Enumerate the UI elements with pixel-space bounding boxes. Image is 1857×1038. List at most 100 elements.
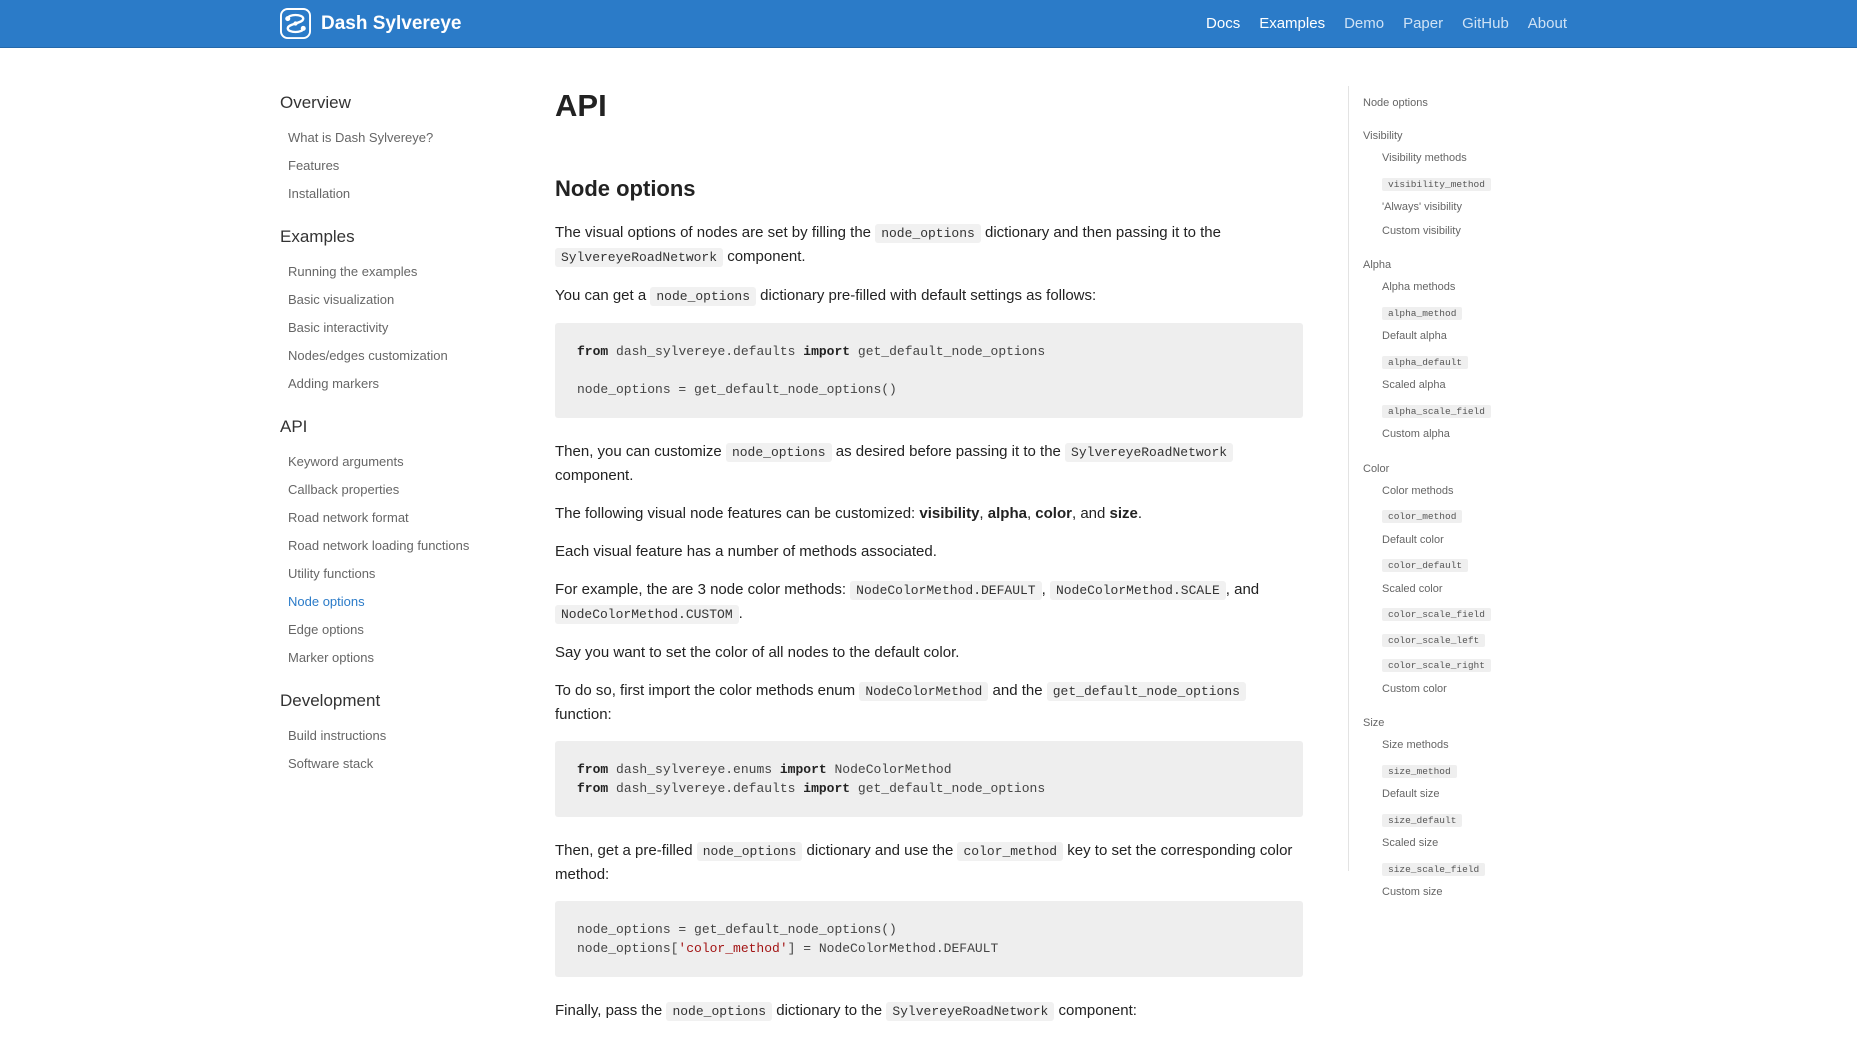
toc-visibility[interactable]: Visibility xyxy=(1363,125,1578,147)
code-text: node_options[ xyxy=(577,941,679,956)
text: dictionary and then passing it to the xyxy=(985,224,1221,241)
toc-alpha[interactable]: Alpha xyxy=(1363,254,1578,276)
sidebar-item-installation[interactable]: Installation xyxy=(280,180,520,208)
toc-custom-visibility[interactable]: Custom visibility xyxy=(1363,220,1578,244)
paragraph-default-color: Say you want to set the color of all nod… xyxy=(555,644,960,661)
inline-code: node_options xyxy=(875,224,981,243)
nav-demo[interactable]: Demo xyxy=(1344,15,1384,32)
sidebar-section-examples: Examples Running the examples Basic visu… xyxy=(280,226,520,398)
toc-color[interactable]: Color xyxy=(1363,458,1578,480)
toc-visibility-methods[interactable]: Visibility methods xyxy=(1363,147,1578,171)
text: component: xyxy=(1058,1002,1137,1019)
toc-size-default-code[interactable]: size_default xyxy=(1382,813,1463,827)
nav-examples[interactable]: Examples xyxy=(1259,15,1325,32)
toc-default-size[interactable]: Default size xyxy=(1363,783,1578,807)
sidebar-item-software-stack[interactable]: Software stack xyxy=(280,750,520,778)
toc-code-item: color_scale_left xyxy=(1363,627,1578,653)
toc-color-scale-left-code[interactable]: color_scale_left xyxy=(1382,633,1486,647)
code-block-defaults: from dash_sylvereye.defaults import get_… xyxy=(555,323,1303,418)
code-string: 'color_method' xyxy=(678,941,788,956)
sidebar-item-basic-visualization[interactable]: Basic visualization xyxy=(280,286,520,314)
paragraph-intro: The visual options of nodes are set by f… xyxy=(555,221,1303,269)
toc-visibility-method-code[interactable]: visibility_method xyxy=(1382,177,1491,191)
paragraph-prefilled: You can get a node_options dictionary pr… xyxy=(555,284,1303,308)
toc-color-method-code[interactable]: color_method xyxy=(1382,510,1463,523)
toc-alpha-methods[interactable]: Alpha methods xyxy=(1363,276,1578,300)
toc-code-item: size_scale_field xyxy=(1363,856,1578,882)
inline-code: SylvereyeRoadNetwork xyxy=(1065,443,1234,462)
sidebar-item-marker-options[interactable]: Marker options xyxy=(280,644,520,672)
nav-paper[interactable]: Paper xyxy=(1403,15,1443,32)
sidebar-item-edge-options[interactable]: Edge options xyxy=(280,616,520,644)
sidebar-item-keyword-arguments[interactable]: Keyword arguments xyxy=(280,448,520,476)
sidebar-item-callback-properties[interactable]: Callback properties xyxy=(280,476,520,504)
sidebar-item-features[interactable]: Features xyxy=(280,152,520,180)
inline-code: node_options xyxy=(725,443,832,462)
toc-code-item: color_method xyxy=(1363,503,1578,529)
toc-size-method-code[interactable]: size_method xyxy=(1382,764,1457,778)
toc-custom-alpha[interactable]: Custom alpha xyxy=(1363,423,1578,447)
toc-size-methods[interactable]: Size methods xyxy=(1363,734,1578,758)
toc-code-item: color_scale_field xyxy=(1363,601,1578,627)
toc-default-color[interactable]: Default color xyxy=(1363,529,1578,553)
toc-color-scale-field-code[interactable]: color_scale_field xyxy=(1382,608,1491,621)
toc-custom-color[interactable]: Custom color xyxy=(1363,678,1578,702)
text: The visual options of nodes are set by f… xyxy=(555,224,872,241)
sidebar-item-node-options[interactable]: Node options xyxy=(280,588,520,616)
code-text: dash_sylvereye.enums xyxy=(616,762,773,777)
text: function: xyxy=(555,706,612,723)
inline-code: NodeColorMethod.DEFAULT xyxy=(850,581,1042,600)
sidebar-item-adding-markers[interactable]: Adding markers xyxy=(280,370,520,398)
toc-size-scale-field-code[interactable]: size_scale_field xyxy=(1382,862,1486,876)
text: dictionary and use the xyxy=(806,842,954,859)
toc-alpha-scale-field-code[interactable]: alpha_scale_field xyxy=(1382,404,1491,418)
sidebar-heading-development[interactable]: Development xyxy=(280,690,520,712)
sidebar-item-build-instructions[interactable]: Build instructions xyxy=(280,722,520,750)
toc-scaled-size[interactable]: Scaled size xyxy=(1363,832,1578,856)
inline-code: SylvereyeRoadNetwork xyxy=(555,248,724,267)
toc-alpha-method-code[interactable]: alpha_method xyxy=(1382,306,1463,320)
toc-default-alpha[interactable]: Default alpha xyxy=(1363,325,1578,349)
sylvereye-logo-icon xyxy=(280,8,311,39)
toc-scaled-alpha[interactable]: Scaled alpha xyxy=(1363,374,1578,398)
feature-visibility: visibility xyxy=(919,505,980,522)
toc-scaled-color[interactable]: Scaled color xyxy=(1363,578,1578,602)
sidebar-heading-overview[interactable]: Overview xyxy=(280,92,520,114)
toc-color-scale-right-code[interactable]: color_scale_right xyxy=(1382,659,1491,672)
toc-always-visibility[interactable]: 'Always' visibility xyxy=(1363,196,1578,220)
nav-about[interactable]: About xyxy=(1528,15,1567,32)
paragraph-customize: Then, you can customize node_options as … xyxy=(555,440,1303,487)
sidebar-item-utility-functions[interactable]: Utility functions xyxy=(280,560,520,588)
toc-code-item: alpha_scale_field xyxy=(1363,398,1578,424)
code-text: node_options = get_default_node_options(… xyxy=(577,922,897,937)
sidebar-item-what-is[interactable]: What is Dash Sylvereye? xyxy=(280,124,520,152)
toc-code-item: alpha_default xyxy=(1363,349,1578,375)
text: To do so, first import the color methods… xyxy=(555,682,856,699)
toc-color-methods[interactable]: Color methods xyxy=(1363,480,1578,504)
sidebar-heading-api[interactable]: API xyxy=(280,416,520,438)
toc-color-default-code[interactable]: color_default xyxy=(1382,559,1469,572)
code-text: ] = NodeColorMethod.DEFAULT xyxy=(787,941,999,956)
paragraph-example: For example, the are 3 node color method… xyxy=(555,581,1260,624)
toc-alpha-default-code[interactable]: alpha_default xyxy=(1382,355,1469,369)
text: Then, you can customize xyxy=(555,443,722,460)
text: dictionary pre-filled with default setti… xyxy=(760,287,1097,304)
nav-github[interactable]: GitHub xyxy=(1462,15,1509,32)
nav-docs[interactable]: Docs xyxy=(1206,15,1240,32)
paragraph-methods: Each visual feature has a number of meth… xyxy=(555,543,937,560)
sidebar-item-running-examples[interactable]: Running the examples xyxy=(280,258,520,286)
text: Then, get a pre-filled xyxy=(555,842,693,859)
toc-node-options[interactable]: Node options xyxy=(1363,92,1578,114)
code-text: NodeColorMethod xyxy=(834,762,952,777)
toc-size[interactable]: Size xyxy=(1363,712,1578,734)
sidebar-heading-examples[interactable]: Examples xyxy=(280,226,520,248)
brand-link[interactable]: Dash Sylvereye xyxy=(280,8,462,39)
feature-color: color xyxy=(1035,505,1072,522)
sidebar-item-road-network-format[interactable]: Road network format xyxy=(280,504,520,532)
text: component. xyxy=(555,467,634,484)
text: The following visual node features can b… xyxy=(555,505,916,522)
sidebar-item-basic-interactivity[interactable]: Basic interactivity xyxy=(280,314,520,342)
sidebar-item-customization[interactable]: Nodes/edges customization xyxy=(280,342,520,370)
toc-custom-size[interactable]: Custom size xyxy=(1363,881,1578,905)
sidebar-item-loading-functions[interactable]: Road network loading functions xyxy=(280,532,520,560)
